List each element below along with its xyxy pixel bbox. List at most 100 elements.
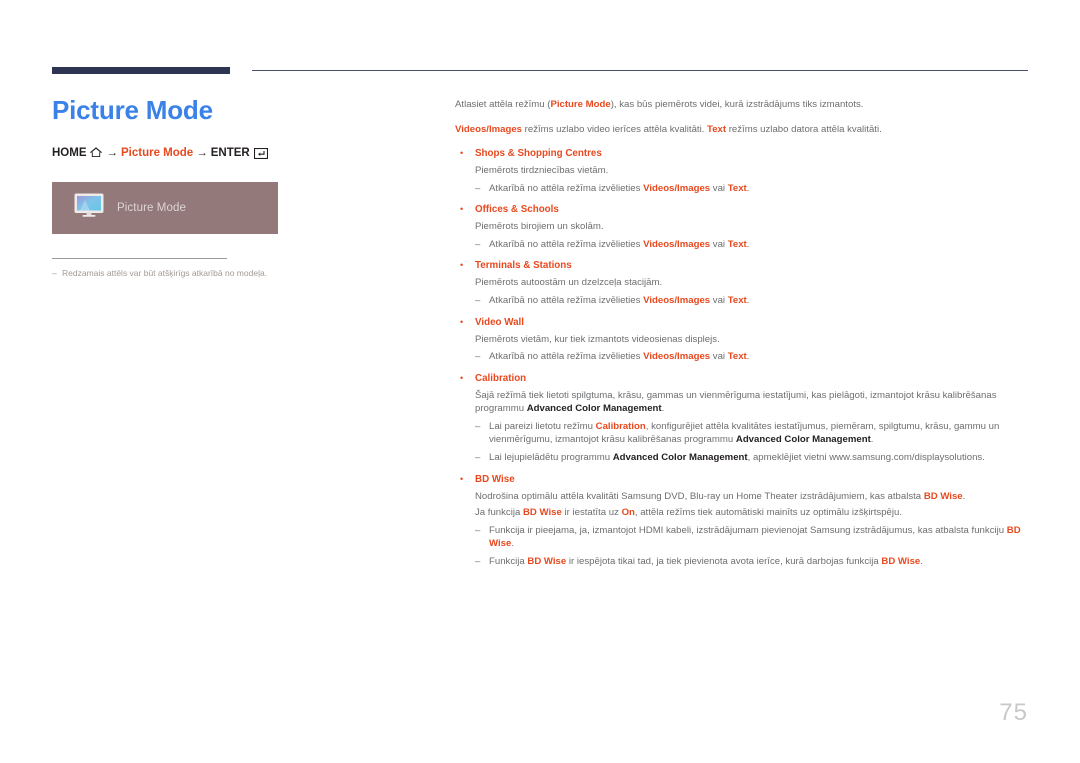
intro2-highlight-2: Text — [707, 123, 727, 135]
calibration-sub2-a: Lai lejupielādētu programmu — [489, 452, 613, 464]
subitem-text-c: . — [746, 238, 750, 250]
breadcrumb-home-label: HOME — [52, 146, 87, 159]
subitem-highlight-2: Text — [727, 238, 747, 250]
bullet-icon: • — [460, 260, 464, 271]
section-heading: Calibration — [475, 372, 527, 384]
bdwise-body2-highlight-1: BD Wise — [523, 507, 562, 519]
list-item-bdwise: • BD Wise Nodrošina optimālu attēla kval… — [455, 473, 1033, 569]
intro1-text-b: ), kas būs piemērots videi, kurā izstrād… — [610, 99, 864, 110]
monitor-display-icon — [74, 193, 104, 223]
section-heading: BD Wise — [475, 473, 515, 485]
intro1-highlight: Picture Mode — [550, 99, 611, 110]
section-heading: Video Wall — [475, 316, 524, 328]
intro2-text-a: režīms uzlabo video ierīces attēla kvali… — [522, 123, 708, 135]
section-subitem: – Atkarībā no attēla režīma izvēlieties … — [475, 238, 1033, 252]
subitem-text-c: . — [746, 294, 750, 306]
subitem-text-b: vai — [710, 238, 728, 250]
bdwise-sub2-highlight-1: BD Wise — [527, 556, 567, 568]
bullet-icon: • — [460, 148, 464, 159]
bullet-icon: • — [460, 372, 464, 383]
section-body: Nodrošina optimālu attēla kvalitāti Sams… — [475, 490, 1033, 504]
dash-icon: – — [475, 294, 481, 306]
calibration-sub1-a: Lai pareizi lietotu režīmu — [489, 420, 596, 432]
section-heading: Terminals & Stations — [475, 260, 572, 272]
right-column: Atlasiet attēla režīmu (Picture Mode), k… — [455, 98, 1033, 569]
list-item: • Offices & Schools Piemērots birojiem u… — [455, 203, 1033, 251]
dash-icon: – — [475, 420, 481, 432]
intro-paragraph-1: Atlasiet attēla režīmu (Picture Mode), k… — [455, 98, 1033, 112]
bullet-heading-row: • Calibration — [455, 372, 1033, 386]
section-body: Piemērots autoostām un dzelzceļa stacijā… — [475, 277, 663, 289]
bdwise-sub1-b: . — [511, 538, 514, 550]
header-rule — [52, 66, 1028, 78]
dash-icon: – — [475, 452, 481, 464]
bdwise-body2-a: Ja funkcija — [475, 507, 523, 519]
subitem-text: Atkarībā no attēla režīma izvēlieties Vi… — [489, 294, 1033, 308]
dash-icon: – — [475, 182, 481, 194]
calibration-sub1-bold: Advanced Color Management — [735, 434, 871, 446]
calibration-sub1-c: . — [870, 434, 874, 446]
subitem-text-a: Atkarībā no attēla režīma izvēlieties — [489, 238, 644, 250]
section-body: Piemērots vietām, kur tiek izmantots vid… — [475, 333, 720, 345]
subitem-text-c: . — [746, 351, 750, 363]
breadcrumb-arrow-2: → — [196, 146, 208, 159]
bdwise-body2-b: ir iestatīta uz — [561, 507, 622, 519]
subitem-text-a: Atkarībā no attēla režīma izvēlieties — [489, 351, 644, 363]
bdwise-body1-highlight: BD Wise — [923, 490, 963, 502]
list-item: • Shops & Shopping Centres Piemērots tir… — [455, 147, 1033, 195]
subitem-text-c: . — [746, 182, 750, 194]
bdwise-body1-b: . — [962, 490, 966, 502]
dash-icon: – — [475, 556, 481, 568]
subitem-text: Atkarībā no attēla režīma izvēlieties Vi… — [489, 350, 1033, 364]
bullet-icon: • — [460, 204, 464, 215]
breadcrumb-current: Picture Mode — [121, 146, 194, 159]
subitem-highlight-1: Videos/Images — [643, 238, 711, 250]
subitem-highlight-2: Text — [727, 351, 747, 363]
note-row: – Redzamais attēls var būt atšķirīgs atk… — [52, 268, 432, 279]
calibration-sub2-bold: Advanced Color Management — [612, 452, 748, 464]
dash-icon: – — [475, 351, 481, 363]
page-title: Picture Mode — [52, 95, 213, 125]
menu-preview-box: Picture Mode — [52, 182, 278, 235]
subitem-text-a: Atkarībā no attēla režīma izvēlieties — [489, 182, 644, 194]
section-body: Piemērots tirdzniecības vietām. — [475, 165, 609, 177]
note-divider — [52, 258, 227, 260]
bullet-heading-row: • Shops & Shopping Centres — [455, 147, 1033, 161]
subitem-text-b: vai — [710, 351, 728, 363]
section-subitem: – Lai pareizi lietotu režīmu Calibration… — [475, 420, 1033, 447]
calibration-sub1-highlight: Calibration — [595, 420, 646, 432]
bullet-heading-row: • Video Wall — [455, 316, 1033, 330]
section-subitem: – Funkcija ir pieejama, ja, izmantojot H… — [475, 524, 1033, 551]
section-subitem: – Lai lejupielādētu programmu Advanced C… — [475, 451, 1033, 465]
menu-preview-label: Picture Mode — [117, 202, 186, 215]
bdwise-sub2-b: ir iespējota tikai tad, ja tiek pievieno… — [566, 556, 882, 568]
section-subitem: – Atkarībā no attēla režīma izvēlieties … — [475, 182, 1033, 196]
section-subitem: – Atkarībā no attēla režīma izvēlieties … — [475, 294, 1033, 308]
enter-key-icon — [253, 147, 268, 163]
intro1-text-a: Atlasiet attēla režīmu ( — [455, 99, 551, 110]
note-text: Redzamais attēls var būt atšķirīgs atkar… — [62, 268, 268, 279]
subitem-text: Funkcija BD Wise ir iespējota tikai tad,… — [489, 555, 1033, 569]
list-item-calibration: • Calibration Šajā režīmā tiek lietoti s… — [455, 372, 1033, 465]
breadcrumb-arrow-1: → — [106, 146, 119, 159]
dash-icon: – — [475, 238, 481, 250]
bdwise-sub2-highlight-2: BD Wise — [881, 556, 921, 568]
bullet-icon: • — [460, 473, 464, 484]
bullet-icon: • — [460, 316, 464, 327]
subitem-text: Lai pareizi lietotu režīmu Calibration, … — [489, 420, 1033, 447]
home-icon — [89, 146, 102, 162]
bdwise-sub2-c: . — [920, 556, 923, 568]
section-body: Šajā režīmā tiek lietoti spilgtuma, krās… — [475, 389, 1033, 416]
subitem-highlight-1: Videos/Images — [643, 294, 711, 306]
header-accent-bar — [52, 67, 230, 74]
bdwise-sub2-a: Funkcija — [489, 556, 528, 568]
list-item: • Terminals & Stations Piemērots autoost… — [455, 259, 1033, 307]
subitem-text-a: Atkarībā no attēla režīma izvēlieties — [489, 294, 644, 306]
subitem-text: Atkarībā no attēla režīma izvēlieties Vi… — [489, 238, 1033, 252]
bdwise-sub1-a: Funkcija ir pieejama, ja, izmantojot HDM… — [489, 524, 1007, 536]
bullet-heading-row: • BD Wise — [455, 473, 1033, 487]
breadcrumb: HOME → Picture Mode → ENTER — [52, 146, 432, 163]
calibration-sub2-b: , apmeklējiet vietni www.samsung.com/dis… — [747, 452, 985, 464]
bullet-heading-row: • Offices & Schools — [455, 203, 1033, 217]
breadcrumb-enter-label: ENTER — [210, 146, 250, 159]
